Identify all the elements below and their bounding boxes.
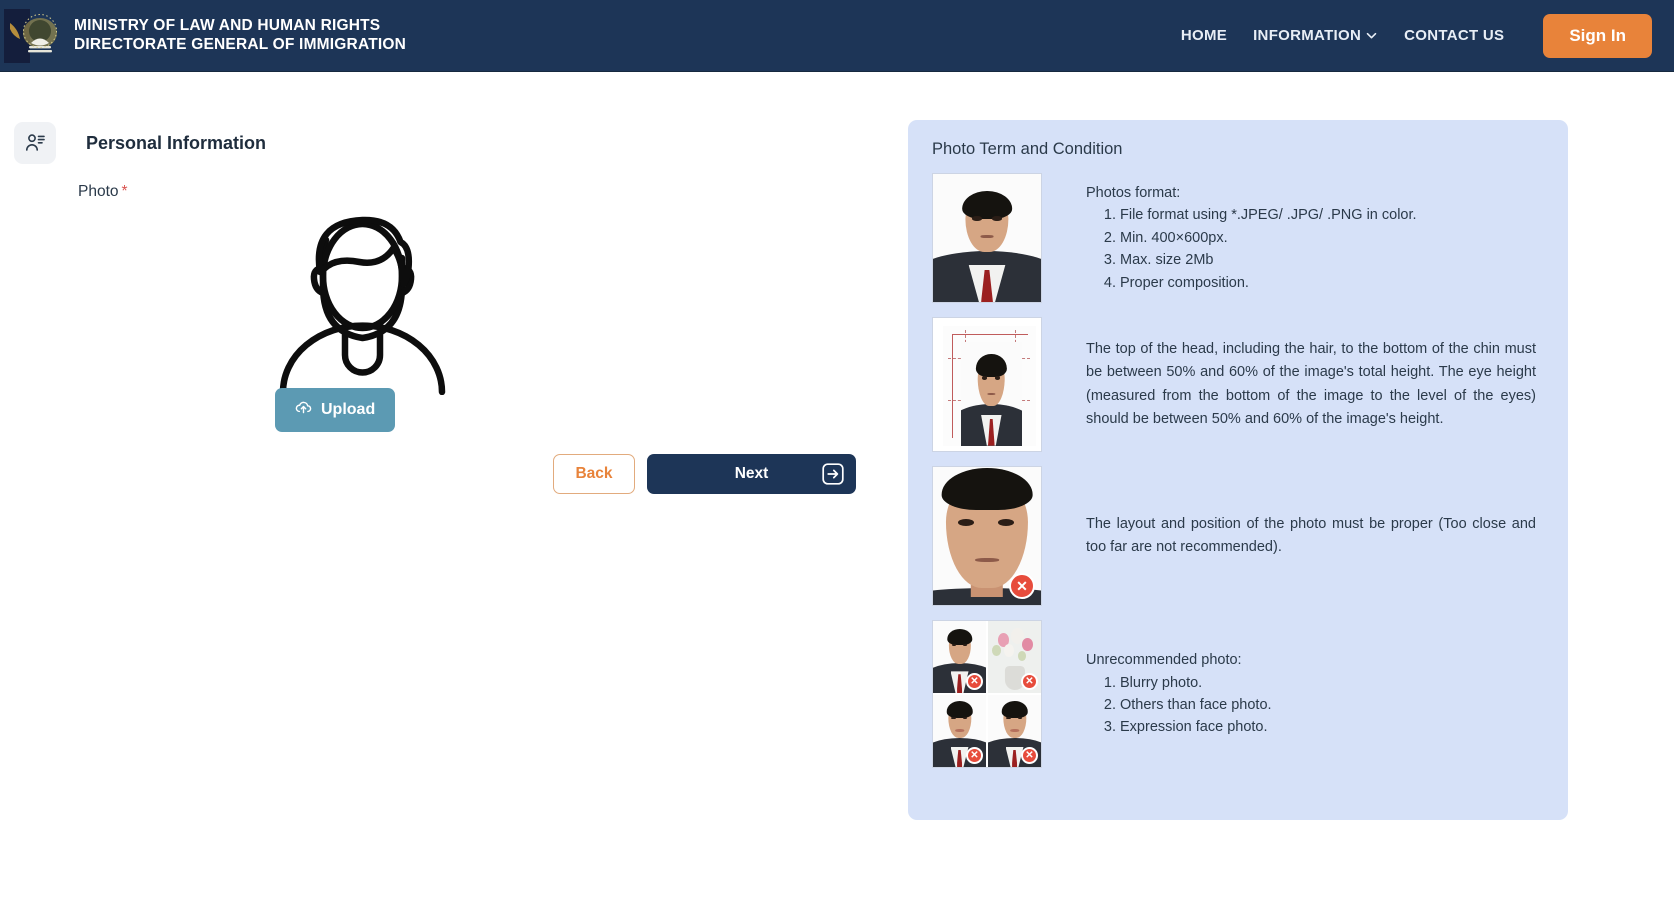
national-crest-icon bbox=[4, 7, 62, 65]
page-title: Personal Information bbox=[86, 132, 267, 153]
thumbnail-cell: ✕ bbox=[932, 466, 1042, 606]
terms-row: The top of the head, including the hair,… bbox=[932, 317, 1544, 452]
list-item: Blurry photo. bbox=[1120, 672, 1536, 694]
nav-item-contact-us[interactable]: CONTACT US bbox=[1391, 27, 1517, 44]
chevron-down-icon bbox=[1365, 29, 1378, 42]
grid-photo-expression-2: ✕ bbox=[988, 695, 1041, 767]
terms-row: ✕ ✕ ✕ ✕ Unrecommended photo: 1. Blurry p… bbox=[932, 620, 1544, 768]
grid-photo-flowers: ✕ bbox=[988, 621, 1041, 693]
passport-photo-too-close: ✕ bbox=[932, 466, 1042, 606]
nav-item-home-label: HOME bbox=[1180, 27, 1228, 44]
list-item: File format using *.JPEG/ .JPG/ .PNG in … bbox=[1120, 204, 1536, 226]
photo-terms-panel: Photo Term and Condition Photos format: … bbox=[908, 120, 1568, 820]
terms-heading: Photos format: bbox=[1086, 184, 1181, 201]
terms-paragraph: The top of the head, including the hair,… bbox=[1086, 340, 1536, 427]
site-header: MINISTRY OF LAW AND HUMAN RIGHTS DIRECTO… bbox=[0, 0, 1674, 72]
terms-list: Blurry photo. Others than face photo. Ex… bbox=[1086, 672, 1536, 739]
terms-text-cell: The top of the head, including the hair,… bbox=[1042, 317, 1544, 452]
photo-field-label: Photo * bbox=[78, 183, 128, 201]
upload-button[interactable]: Upload bbox=[275, 388, 396, 432]
section-header: Personal Information bbox=[14, 122, 266, 164]
next-button-label: Next bbox=[734, 465, 769, 482]
passport-photo-correct bbox=[932, 173, 1042, 303]
back-button[interactable]: Back bbox=[553, 454, 635, 494]
error-badge-icon: ✕ bbox=[1009, 573, 1035, 599]
list-item: Max. size 2Mb bbox=[1120, 249, 1536, 271]
terms-row: Photos format: File format using *.JPEG/… bbox=[932, 173, 1544, 303]
terms-text-cell: Unrecommended photo: Blurry photo. Other… bbox=[1042, 620, 1544, 768]
grid-photo-blurry: ✕ bbox=[933, 621, 986, 693]
terms-paragraph: The layout and position of the photo mus… bbox=[1086, 515, 1536, 555]
page-body: Personal Information Photo * Upload Back… bbox=[0, 72, 1674, 910]
terms-row: ✕ The layout and position of the photo m… bbox=[932, 466, 1544, 606]
person-placeholder-icon bbox=[275, 180, 450, 396]
sign-in-button[interactable]: Sign In bbox=[1543, 13, 1652, 58]
passport-photo-measurements bbox=[932, 317, 1042, 452]
arrow-right-box-icon bbox=[822, 463, 844, 485]
nav-item-contact-us-label: CONTACT US bbox=[1404, 27, 1505, 44]
brand-title-line1: MINISTRY OF LAW AND HUMAN RIGHTS bbox=[74, 16, 381, 34]
brand-block: MINISTRY OF LAW AND HUMAN RIGHTS DIRECTO… bbox=[0, 7, 406, 65]
brand-title: MINISTRY OF LAW AND HUMAN RIGHTS DIRECTO… bbox=[74, 17, 406, 55]
nav-item-information-label: INFORMATION bbox=[1253, 27, 1362, 44]
list-item: Min. 400×600px. bbox=[1120, 227, 1536, 249]
form-navigation-buttons: Back Next bbox=[553, 454, 856, 494]
error-badge-icon: ✕ bbox=[966, 673, 983, 690]
cloud-upload-icon bbox=[295, 399, 312, 421]
required-asterisk: * bbox=[121, 183, 128, 200]
unrecommended-photo-grid: ✕ ✕ ✕ ✕ bbox=[932, 620, 1042, 768]
error-badge-icon: ✕ bbox=[1021, 747, 1038, 764]
upload-button-label: Upload bbox=[321, 401, 376, 418]
thumbnail-cell: ✕ ✕ ✕ ✕ bbox=[932, 620, 1042, 768]
terms-text-cell: Photos format: File format using *.JPEG/… bbox=[1042, 173, 1544, 303]
terms-list: File format using *.JPEG/ .JPG/ .PNG in … bbox=[1086, 204, 1536, 294]
personal-information-form: Personal Information Photo * Upload Back… bbox=[0, 72, 900, 910]
list-item: Expression face photo. bbox=[1120, 716, 1536, 738]
nav-item-home[interactable]: HOME bbox=[1168, 27, 1240, 44]
grid-photo-expression-1: ✕ bbox=[933, 695, 986, 767]
list-item: Others than face photo. bbox=[1120, 694, 1536, 716]
thumbnail-cell bbox=[932, 173, 1042, 303]
terms-heading: Unrecommended photo: bbox=[1086, 652, 1242, 669]
main-navigation: HOME INFORMATION CONTACT US Sign In bbox=[1168, 13, 1674, 58]
list-item: Proper composition. bbox=[1120, 272, 1536, 294]
terms-text-cell: The layout and position of the photo mus… bbox=[1042, 466, 1544, 606]
next-button[interactable]: Next bbox=[647, 454, 856, 494]
photo-label-text: Photo bbox=[78, 183, 119, 200]
nav-item-information[interactable]: INFORMATION bbox=[1240, 27, 1391, 44]
error-badge-icon: ✕ bbox=[1021, 673, 1038, 690]
error-badge-icon: ✕ bbox=[966, 747, 983, 764]
brand-title-line2: DIRECTORATE GENERAL OF IMMIGRATION bbox=[74, 35, 407, 53]
user-details-icon bbox=[14, 122, 56, 164]
thumbnail-cell bbox=[932, 317, 1042, 452]
photo-terms-title: Photo Term and Condition bbox=[932, 140, 1123, 158]
